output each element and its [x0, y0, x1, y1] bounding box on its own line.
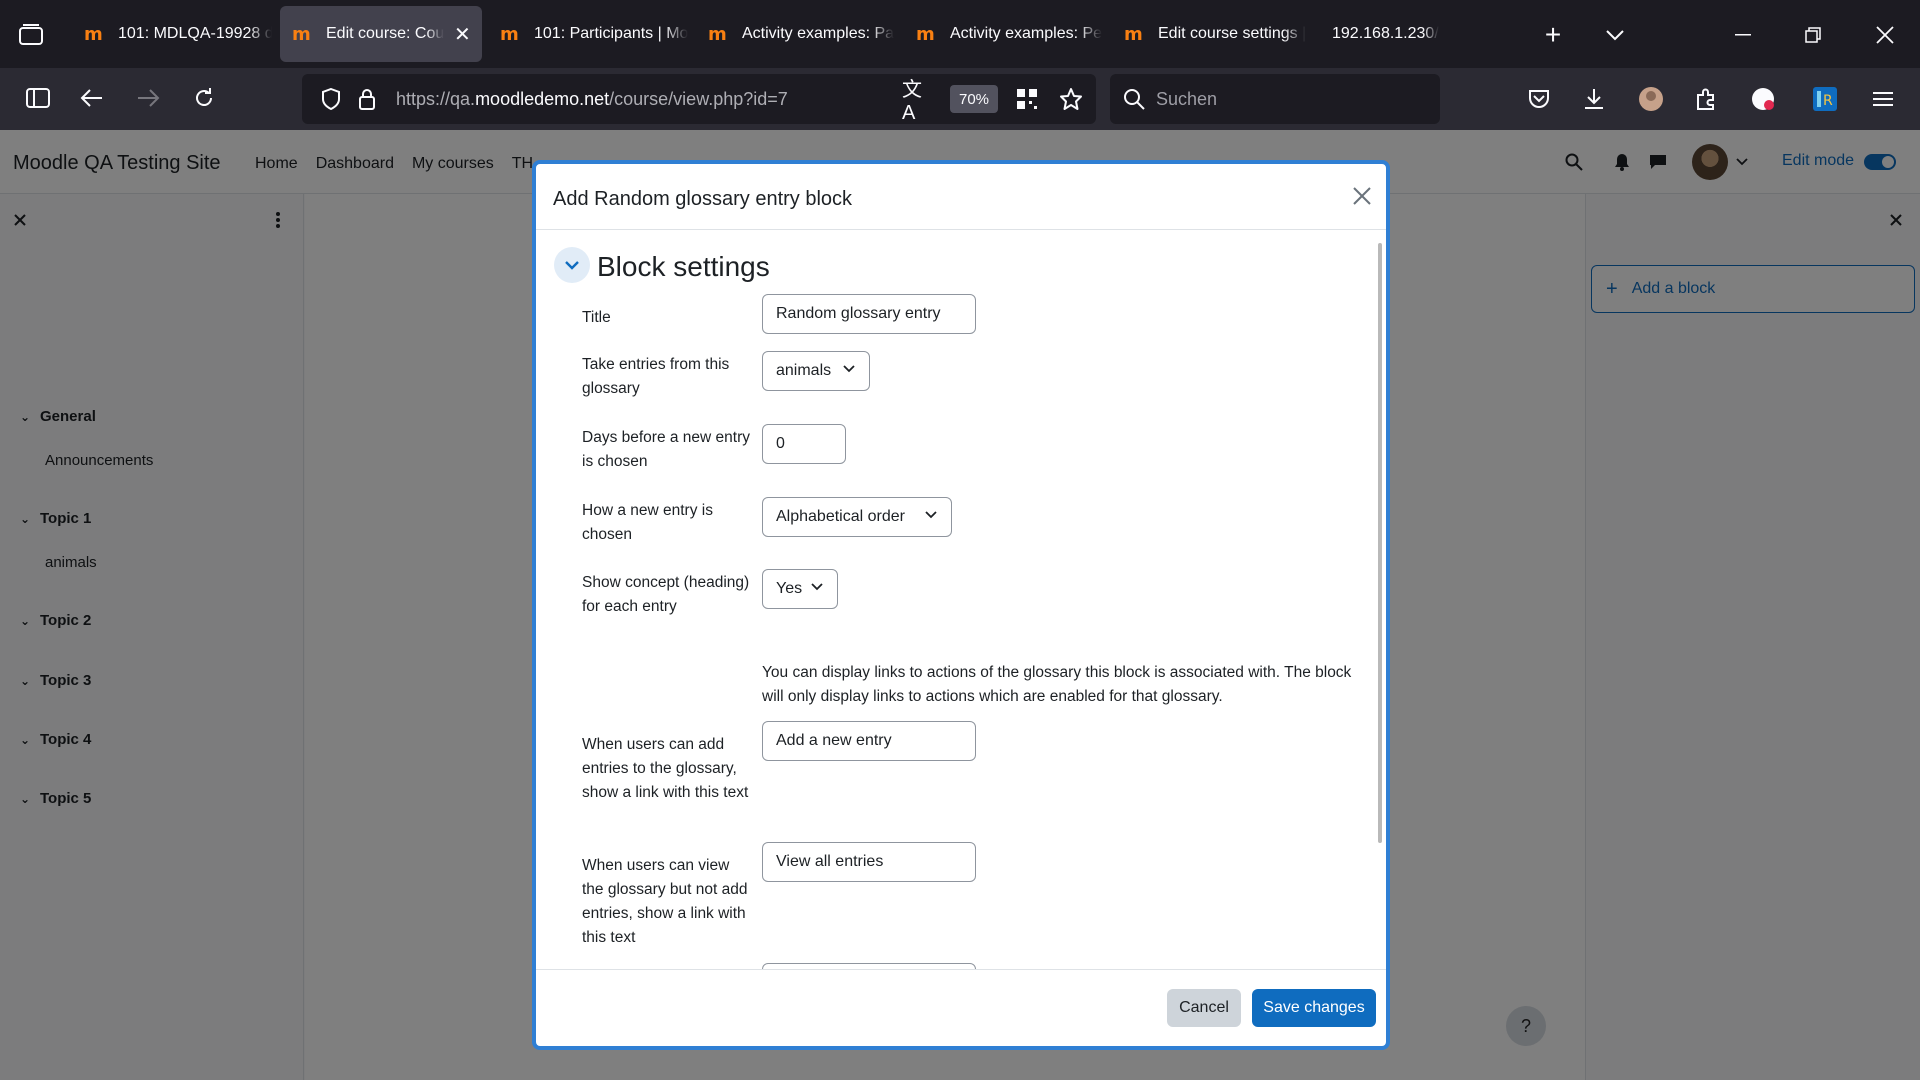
extension-r-icon[interactable]: R	[1808, 82, 1842, 116]
tab-label: Edit course settings |	[1158, 25, 1307, 42]
pocket-icon[interactable]	[1522, 82, 1556, 116]
browser-tab-4[interactable]: m Activity examples: Pa	[696, 6, 896, 62]
add-block-modal: Add Random glossary entry block Block se…	[532, 160, 1390, 1050]
modal-body: Block settings Title Random glossary ent…	[536, 231, 1386, 969]
modal-header: Add Random glossary entry block	[536, 164, 1386, 230]
extension-blocked-icon[interactable]	[1746, 82, 1780, 116]
translate-icon[interactable]: 文A	[902, 79, 930, 124]
glossary-select[interactable]: animals	[762, 351, 870, 391]
qr-code-icon[interactable]	[1014, 86, 1040, 112]
chevron-down-icon	[843, 360, 855, 376]
download-icon[interactable]	[1577, 82, 1611, 116]
view-all-input[interactable]: View all entries	[762, 842, 976, 882]
modal-title: Add Random glossary entry block	[553, 188, 853, 210]
moodle-favicon-icon: m	[500, 23, 519, 45]
lock-icon[interactable]	[354, 86, 380, 112]
tab-close-icon[interactable]: ✕	[454, 22, 471, 47]
browser-tab-bar: m 101: MDLQA-19928 d m Edit course: Cour…	[0, 0, 1920, 68]
glossary-label: Take entries from this glossary	[582, 356, 730, 397]
section-title: Block settings	[597, 251, 770, 282]
concept-select-value: Yes	[776, 580, 803, 597]
title-input[interactable]: Random glossary entry	[762, 294, 976, 334]
sidebar-toggle-icon[interactable]	[20, 80, 56, 116]
tab-label: Edit course: Course	[326, 25, 444, 42]
moodle-page: Moodle QA Testing Site Home Dashboard My…	[0, 130, 1920, 1080]
modal-scrollbar[interactable]	[1378, 243, 1382, 843]
browser-tab-6[interactable]: m Edit course settings |	[1112, 6, 1312, 62]
list-all-tabs-icon[interactable]	[1598, 18, 1632, 52]
view-all-label: When users can view the glossary but not…	[582, 857, 748, 946]
url-text: https://qa.moodledemo.net/course/view.ph…	[396, 89, 788, 109]
bookmark-star-icon[interactable]	[1058, 86, 1084, 112]
help-button[interactable]: ?	[1506, 1006, 1546, 1046]
days-label: Days before a new entry is chosen	[582, 429, 751, 470]
browser-tab-5[interactable]: m Activity examples: Pe	[904, 6, 1104, 62]
new-tab-icon[interactable]: +	[1536, 18, 1570, 52]
search-icon	[1122, 87, 1146, 111]
order-label: How a new entry is chosen	[582, 502, 713, 543]
glossary-select-value: animals	[776, 362, 832, 379]
title-label: Title	[582, 309, 611, 326]
app-menu-hamburger-icon[interactable]	[1866, 82, 1900, 116]
browser-tab-1[interactable]: m 101: MDLQA-19928 d	[72, 6, 272, 62]
moodle-favicon-icon: m	[916, 23, 935, 45]
browser-tab-7[interactable]: 192.168.1.230/	[1320, 6, 1520, 62]
chevron-down-icon	[811, 578, 823, 594]
chevron-down-icon[interactable]	[554, 247, 590, 283]
search-bar[interactable]: Suchen	[1110, 74, 1440, 124]
browser-nav-bar: https://qa.moodledemo.net/course/view.ph…	[0, 68, 1920, 130]
tab-label: 192.168.1.230/	[1332, 25, 1439, 42]
glossary-links-help-text: You can display links to actions of the …	[762, 664, 1352, 705]
chevron-down-icon	[925, 506, 937, 522]
tab-label: 101: MDLQA-19928 d	[118, 25, 272, 42]
account-avatar-icon[interactable]	[1634, 82, 1668, 116]
modal-footer: Cancel Save changes	[536, 969, 1386, 1046]
back-arrow-icon[interactable]	[74, 80, 110, 116]
cancel-button[interactable]: Cancel	[1167, 989, 1241, 1027]
concept-select[interactable]: Yes	[762, 569, 838, 609]
moodle-favicon-icon: m	[292, 23, 311, 45]
add-entry-input[interactable]: Add a new entry	[762, 721, 976, 761]
svg-text:R: R	[1823, 93, 1833, 109]
shield-icon[interactable]	[318, 86, 344, 112]
browser-tab-3[interactable]: m 101: Participants | Mo	[488, 6, 688, 62]
minimize-icon[interactable]	[1726, 18, 1760, 52]
tab-label: Activity examples: Pe	[950, 25, 1103, 42]
restore-icon[interactable]	[1796, 18, 1830, 52]
extensions-puzzle-icon[interactable]	[1689, 82, 1723, 116]
close-icon[interactable]	[1352, 180, 1372, 213]
moodle-favicon-icon: m	[84, 23, 103, 45]
url-bar[interactable]: https://qa.moodledemo.net/course/view.ph…	[302, 74, 1096, 124]
close-window-icon[interactable]	[1868, 18, 1902, 52]
tab-overview-icon[interactable]	[14, 18, 48, 52]
zoom-level-badge[interactable]: 70%	[950, 85, 998, 113]
save-changes-button[interactable]: Save changes	[1252, 989, 1376, 1027]
order-select[interactable]: Alphabetical order	[762, 497, 952, 537]
tab-label: 101: Participants | Mo	[534, 25, 688, 42]
add-entry-label: When users can add entries to the glossa…	[582, 736, 749, 801]
forward-arrow-icon[interactable]	[130, 80, 166, 116]
order-select-value: Alphabetical order	[776, 508, 905, 525]
moodle-favicon-icon: m	[1124, 23, 1143, 45]
browser-tab-2-active[interactable]: m Edit course: Course ✕	[280, 6, 482, 62]
moodle-favicon-icon: m	[708, 23, 727, 45]
days-input[interactable]: 0	[762, 424, 846, 464]
tab-label: Activity examples: Pa	[742, 25, 895, 42]
concept-label: Show concept (heading) for each entry	[582, 574, 750, 615]
reload-icon[interactable]	[186, 80, 222, 116]
search-placeholder: Suchen	[1156, 89, 1218, 109]
